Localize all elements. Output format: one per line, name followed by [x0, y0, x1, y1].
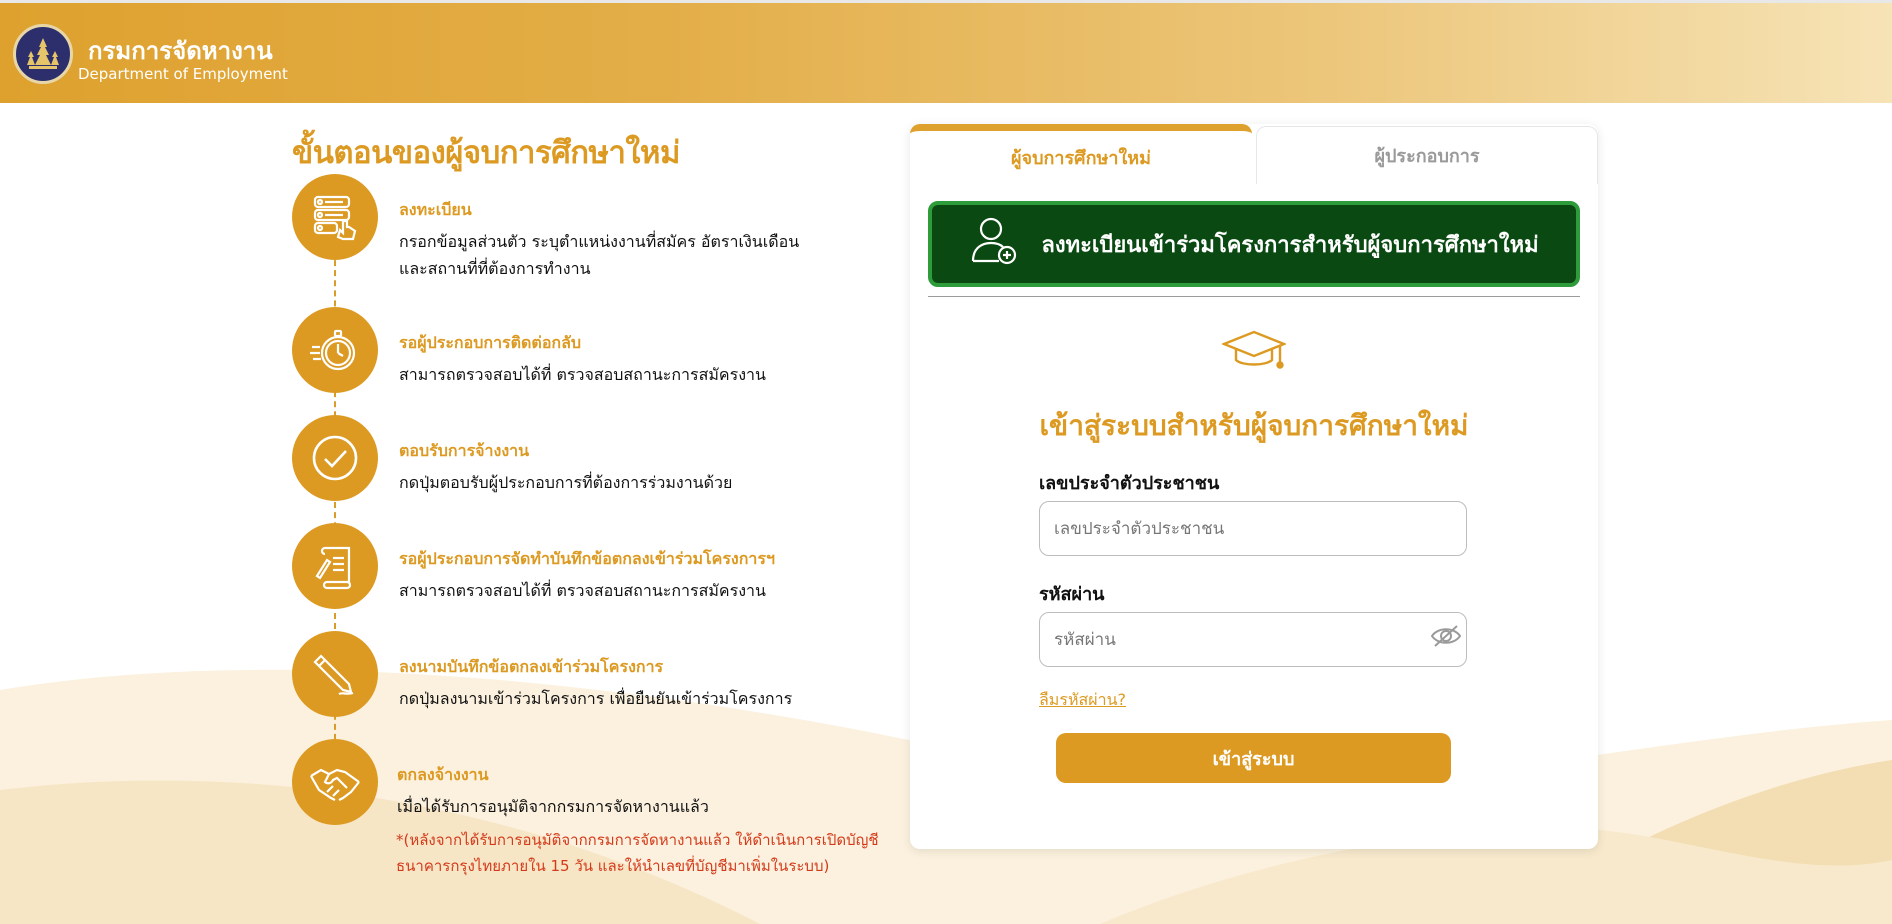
step-description: กดปุ่มลงนามเข้าร่วมโครงการ เพื่อยืนยันเข… — [399, 689, 793, 708]
top-header: กรมการจัดหางาน Department of Employment — [0, 0, 1892, 103]
step-title: ลงนามบันทึกข้อตกลงเข้าร่วมโครงการ — [399, 657, 664, 676]
forgot-password-link[interactable]: ลืมรหัสผ่าน? — [1039, 688, 1126, 713]
graduation-cap-icon — [1220, 328, 1288, 380]
step-description: กรอกข้อมูลส่วนตัว ระบุตำแหน่งงานที่สมัคร… — [399, 232, 800, 251]
step-title: ตกลงจ้างงาน — [397, 765, 489, 784]
id-label: เลขประจำตัวประชาชน — [1039, 473, 1220, 494]
steps-title: ขั้นตอนของผู้จบการศึกษาใหม่ — [292, 135, 680, 171]
step-description: กดปุ่มตอบรับผู้ประกอบการที่ต้องการร่วมงา… — [399, 473, 733, 492]
check-circle-icon — [292, 415, 378, 501]
step-description: สามารถตรวจสอบได้ที่ ตรวจสอบสถานะการสมัคร… — [399, 365, 766, 384]
org-name-english: Department of Employment — [78, 65, 288, 83]
step-description: สามารถตรวจสอบได้ที่ ตรวจสอบสถานะการสมัคร… — [399, 581, 766, 600]
register-button[interactable]: ลงทะเบียนเข้าร่วมโครงการสำหรับผู้จบการศึ… — [928, 201, 1580, 287]
password-input[interactable] — [1039, 612, 1467, 667]
id-input[interactable] — [1039, 501, 1467, 556]
form-touch-icon — [292, 174, 378, 260]
stopwatch-icon — [292, 307, 378, 393]
step-title: ลงทะเบียน — [399, 200, 472, 219]
handshake-icon — [292, 739, 378, 825]
user-plus-icon — [969, 215, 1019, 273]
step-title: ตอบรับการจ้างงาน — [399, 441, 530, 460]
password-label: รหัสผ่าน — [1039, 584, 1105, 605]
card-divider — [928, 296, 1580, 297]
register-button-label: ลงทะเบียนเข้าร่วมโครงการสำหรับผู้จบการศึ… — [1041, 231, 1539, 257]
scroll-contract-icon — [292, 523, 378, 609]
tab-graduate[interactable]: ผู้จบการศึกษาใหม่ — [910, 124, 1252, 184]
login-title: เข้าสู่ระบบสำหรับผู้จบการศึกษาใหม่ — [1039, 409, 1469, 442]
step-title: รอผู้ประกอบการจัดทำบันทึกข้อตกลงเข้าร่วม… — [399, 549, 775, 568]
step-note: ธนาคารกรุงไทยภายใน 15 วัน และให้นำเลขที่… — [396, 857, 830, 875]
tab-employer[interactable]: ผู้ประกอบการ — [1256, 126, 1598, 184]
login-button[interactable]: เข้าสู่ระบบ — [1056, 733, 1451, 783]
step-description: และสถานที่ที่ต้องการทำงาน — [399, 259, 591, 278]
step-title: รอผู้ประกอบการติดต่อกลับ — [399, 333, 582, 352]
pen-sign-icon — [292, 631, 378, 717]
department-logo[interactable] — [13, 24, 73, 84]
step-note: *(หลังจากได้รับการอนุมัติจากกรมการจัดหาง… — [396, 831, 879, 849]
eye-slash-icon[interactable] — [1430, 623, 1462, 653]
step-description: เมื่อได้รับการอนุมัติจากกรมการจัดหางานแล… — [397, 797, 709, 816]
